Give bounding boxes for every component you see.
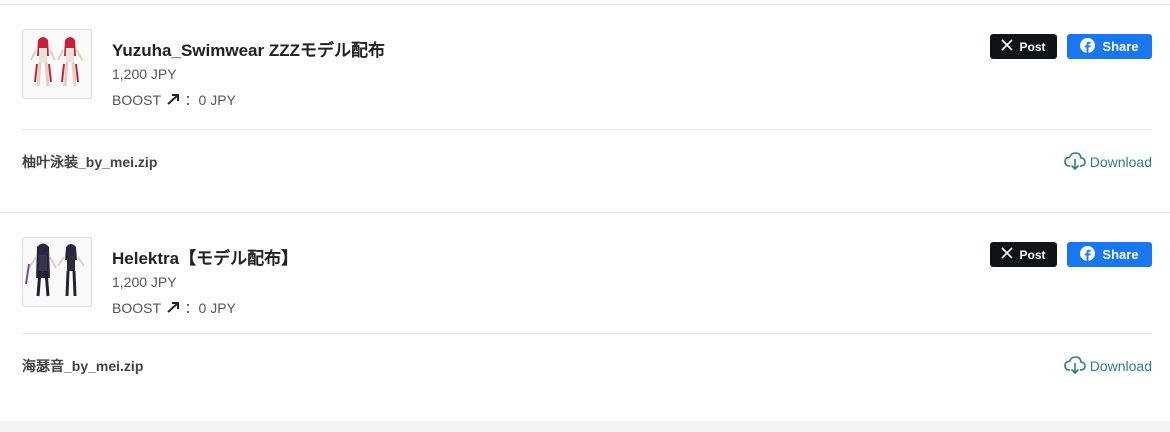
product-thumbnail[interactable] bbox=[22, 237, 92, 307]
x-post-label: Post bbox=[1019, 247, 1046, 262]
product-header: Helektra【モデル配布】 1,200 JPY BOOST ：0 JPY P… bbox=[22, 237, 1152, 316]
facebook-logo-icon bbox=[1080, 245, 1096, 264]
product-title[interactable]: Yuzuha_Swimwear ZZZモデル配布 bbox=[112, 36, 385, 61]
arrow-up-right-icon bbox=[166, 92, 180, 108]
x-post-label: Post bbox=[1019, 39, 1046, 54]
boost-value: ：0 JPY bbox=[184, 300, 236, 316]
facebook-share-label: Share bbox=[1102, 39, 1139, 54]
facebook-logo-icon bbox=[1080, 37, 1096, 56]
cloud-download-icon bbox=[1063, 355, 1086, 377]
share-buttons: Post Share bbox=[990, 34, 1152, 59]
product-header: Yuzuha_Swimwear ZZZモデル配布 1,200 JPY BOOST… bbox=[22, 29, 1152, 108]
boost-label: BOOST bbox=[112, 92, 161, 108]
download-label: Download bbox=[1089, 358, 1152, 374]
x-logo-icon bbox=[1001, 247, 1014, 262]
download-link[interactable]: Download bbox=[1063, 151, 1152, 173]
facebook-share-label: Share bbox=[1102, 247, 1139, 262]
boost-info: BOOST ：0 JPY bbox=[112, 90, 236, 110]
cloud-download-icon bbox=[1063, 151, 1086, 173]
share-buttons: Post Share bbox=[990, 242, 1152, 267]
product-price: 1,200 JPY bbox=[112, 66, 177, 82]
product-title[interactable]: Helektra【モデル配布】 bbox=[112, 244, 298, 269]
product-card: Yuzuha_Swimwear ZZZモデル配布 1,200 JPY BOOST… bbox=[0, 5, 1170, 212]
x-post-button[interactable]: Post bbox=[990, 242, 1057, 267]
facebook-share-button[interactable]: Share bbox=[1067, 34, 1152, 59]
boost-label: BOOST bbox=[112, 300, 161, 316]
divider bbox=[22, 333, 1152, 334]
product-price: 1,200 JPY bbox=[112, 274, 177, 290]
x-logo-icon bbox=[1001, 39, 1014, 54]
file-row: 海瑟音_by_mei.zip Download bbox=[22, 354, 1152, 378]
file-name: 海瑟音_by_mei.zip bbox=[22, 358, 144, 374]
download-label: Download bbox=[1089, 154, 1152, 170]
boost-value: ：0 JPY bbox=[184, 92, 236, 108]
boost-info: BOOST ：0 JPY bbox=[112, 298, 236, 318]
product-card: Helektra【モデル配布】 1,200 JPY BOOST ：0 JPY P… bbox=[0, 212, 1170, 421]
product-thumbnail[interactable] bbox=[22, 29, 92, 99]
download-link[interactable]: Download bbox=[1063, 355, 1152, 377]
file-name: 柚叶泳装_by_mei.zip bbox=[22, 154, 158, 170]
character-figures-image bbox=[23, 30, 91, 98]
arrow-up-right-icon bbox=[166, 300, 180, 316]
character-figures-image bbox=[23, 238, 91, 306]
file-row: 柚叶泳装_by_mei.zip Download bbox=[22, 150, 1152, 174]
facebook-share-button[interactable]: Share bbox=[1067, 242, 1152, 267]
x-post-button[interactable]: Post bbox=[990, 34, 1057, 59]
divider bbox=[22, 129, 1152, 130]
